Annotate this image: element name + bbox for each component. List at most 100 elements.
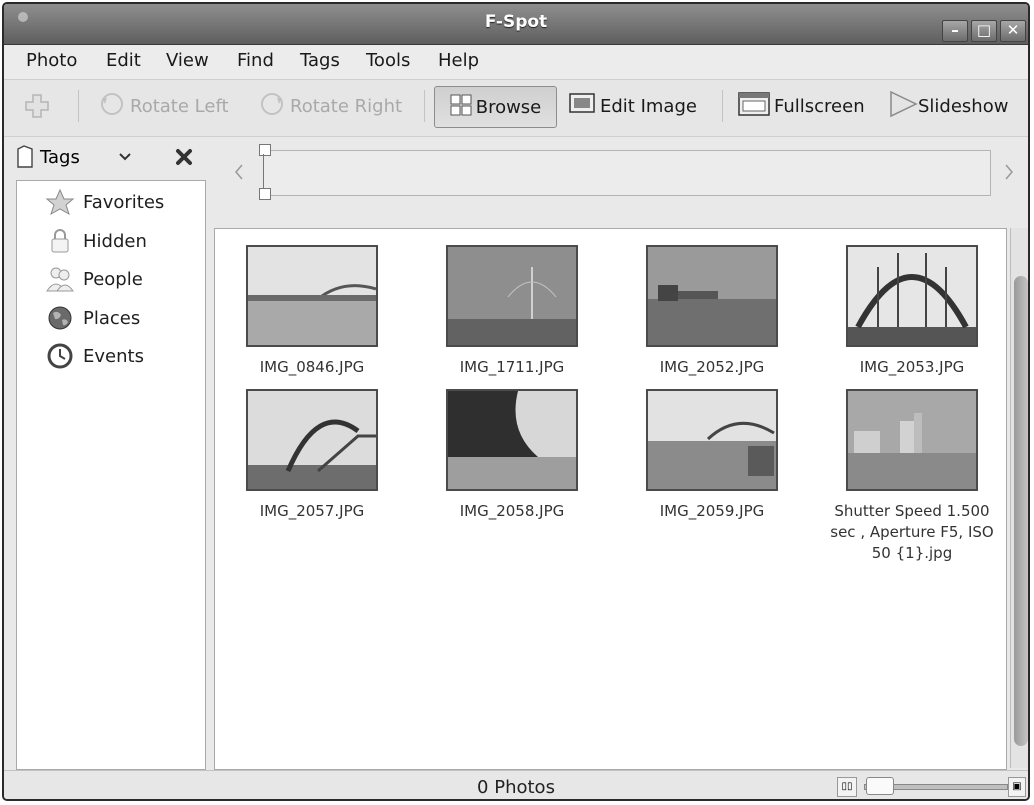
rotate-left-button[interactable]: Rotate Left [98, 86, 229, 126]
slideshow-button[interactable]: Slideshow [888, 86, 1008, 126]
photo-thumbnail[interactable]: IMG_2057.JPG [227, 389, 397, 522]
photo-image [846, 245, 978, 347]
clock-icon [45, 342, 75, 370]
photo-image [446, 389, 578, 491]
maximize-button[interactable]: □ [971, 20, 997, 42]
browse-icon [450, 94, 472, 121]
slideshow-icon [888, 90, 918, 123]
photo-image [246, 245, 378, 347]
star-icon [45, 188, 75, 216]
menu-view[interactable]: View [166, 50, 209, 71]
rotate-left-label: Rotate Left [130, 95, 229, 117]
fullscreen-label: Fullscreen [774, 95, 865, 117]
photo-thumbnail[interactable]: IMG_2053.JPG [827, 245, 997, 378]
rotate-right-label: Rotate Right [290, 95, 403, 117]
zoom-out-icon: ▯▯ [841, 781, 853, 792]
timeline[interactable] [219, 144, 1019, 212]
tag-icon [17, 145, 33, 168]
toolbar: Rotate Left Rotate Right Browse Edit Ima… [4, 80, 1028, 137]
tag-label: Favorites [83, 191, 165, 213]
menu-edit[interactable]: Edit [106, 50, 141, 71]
app-window: F-Spot – □ ✕ Photo Edit View Find Tags T… [2, 2, 1030, 801]
photo-filename: IMG_2058.JPG [459, 502, 565, 520]
timeline-scroll-right-icon[interactable] [1003, 162, 1015, 182]
import-button[interactable] [24, 86, 50, 126]
menu-tags[interactable]: Tags [300, 50, 340, 71]
browse-label: Browse [475, 96, 542, 118]
zoom-in-button[interactable]: ▣ [1008, 777, 1026, 797]
tag-label: Hidden [83, 230, 147, 252]
tag-item-places[interactable]: Places [45, 303, 140, 333]
toolbar-separator [722, 90, 723, 122]
scrollbar-thumb[interactable] [1014, 276, 1028, 746]
rotate-right-button[interactable]: Rotate Right [258, 86, 402, 126]
menu-help[interactable]: Help [438, 50, 479, 71]
menu-tools[interactable]: Tools [366, 50, 410, 71]
zoom-out-button[interactable]: ▯▯ [837, 777, 857, 797]
timeline-handle-top[interactable] [259, 144, 271, 156]
menu-photo[interactable]: Photo [26, 50, 77, 71]
lock-icon [45, 227, 75, 255]
photo-thumbnail[interactable]: Shutter Speed 1.500 sec , Aperture F5, I… [827, 389, 997, 564]
import-icon [25, 94, 49, 118]
photo-filename: IMG_2053.JPG [859, 358, 965, 376]
photo-image [646, 389, 778, 491]
zoom-in-icon: ▣ [1012, 781, 1022, 792]
minimize-button[interactable]: – [942, 20, 968, 42]
photo-thumbnail[interactable]: IMG_2059.JPG [627, 389, 797, 522]
photo-filename: IMG_0846.JPG [259, 358, 365, 376]
tag-label: Places [83, 307, 141, 329]
timeline-marker-line [263, 154, 264, 188]
status-bar: 0 Photos ▯▯ ▣ [4, 770, 1028, 799]
tag-item-events[interactable]: Events [45, 341, 144, 371]
close-button[interactable]: ✕ [1000, 20, 1026, 42]
menu-bar: Photo Edit View Find Tags Tools Help [4, 45, 1028, 80]
close-icon [176, 149, 192, 165]
close-sidebar-button[interactable] [174, 147, 194, 171]
menu-find[interactable]: Find [237, 50, 274, 71]
browse-button[interactable]: Browse [434, 86, 557, 128]
toolbar-separator [424, 90, 425, 122]
sidebar-header: Tags [16, 145, 206, 175]
photo-filename: IMG_2059.JPG [659, 502, 765, 520]
people-icon [45, 265, 75, 293]
photo-filename: IMG_2057.JPG [259, 502, 365, 520]
edit-image-icon [568, 92, 596, 121]
rotate-left-icon [98, 90, 126, 123]
photo-filename: IMG_2052.JPG [659, 358, 765, 376]
photo-grid[interactable]: IMG_0846.JPG IMG_1711.JPG IMG_2052.JPG I… [214, 228, 1007, 770]
photo-thumbnail[interactable]: IMG_0846.JPG [227, 245, 397, 378]
tag-item-favorites[interactable]: Favorites [45, 187, 164, 217]
tag-item-hidden[interactable]: Hidden [45, 226, 147, 256]
vertical-scrollbar[interactable] [1010, 228, 1028, 768]
tag-list: Favorites Hidden People Places Events [16, 180, 206, 770]
globe-icon [45, 304, 75, 332]
sidebar-title: Tags [40, 146, 80, 168]
photo-image [646, 245, 778, 347]
tag-label: People [83, 268, 143, 290]
rotate-right-icon [258, 90, 286, 123]
timeline-handle-bottom[interactable] [259, 188, 271, 200]
edit-image-label: Edit Image [600, 95, 697, 117]
photo-image [846, 389, 978, 491]
window-title: F-Spot [484, 12, 548, 32]
photo-thumbnail[interactable]: IMG_1711.JPG [427, 245, 597, 378]
photo-filename: Shutter Speed 1.500 sec , Aperture F5, I… [830, 502, 994, 562]
edit-image-button[interactable]: Edit Image [568, 86, 697, 126]
photo-thumbnail[interactable]: IMG_2052.JPG [627, 245, 797, 378]
tag-item-people[interactable]: People [45, 264, 143, 294]
photo-thumbnail[interactable]: IMG_2058.JPG [427, 389, 597, 522]
fullscreen-button[interactable]: Fullscreen [738, 86, 865, 126]
photo-image [446, 245, 578, 347]
tags-dropdown[interactable]: Tags [16, 145, 132, 169]
slideshow-label: Slideshow [918, 95, 1009, 117]
tag-label: Events [83, 345, 144, 367]
photo-filename: IMG_1711.JPG [459, 358, 565, 376]
timeline-scroll-left-icon[interactable] [233, 162, 245, 182]
toolbar-separator [78, 90, 79, 122]
timeline-track[interactable] [263, 150, 991, 196]
fullscreen-icon [738, 91, 770, 121]
title-bar[interactable]: F-Spot – □ ✕ [4, 4, 1028, 45]
zoom-slider-handle[interactable] [866, 777, 894, 795]
photo-image [246, 389, 378, 491]
